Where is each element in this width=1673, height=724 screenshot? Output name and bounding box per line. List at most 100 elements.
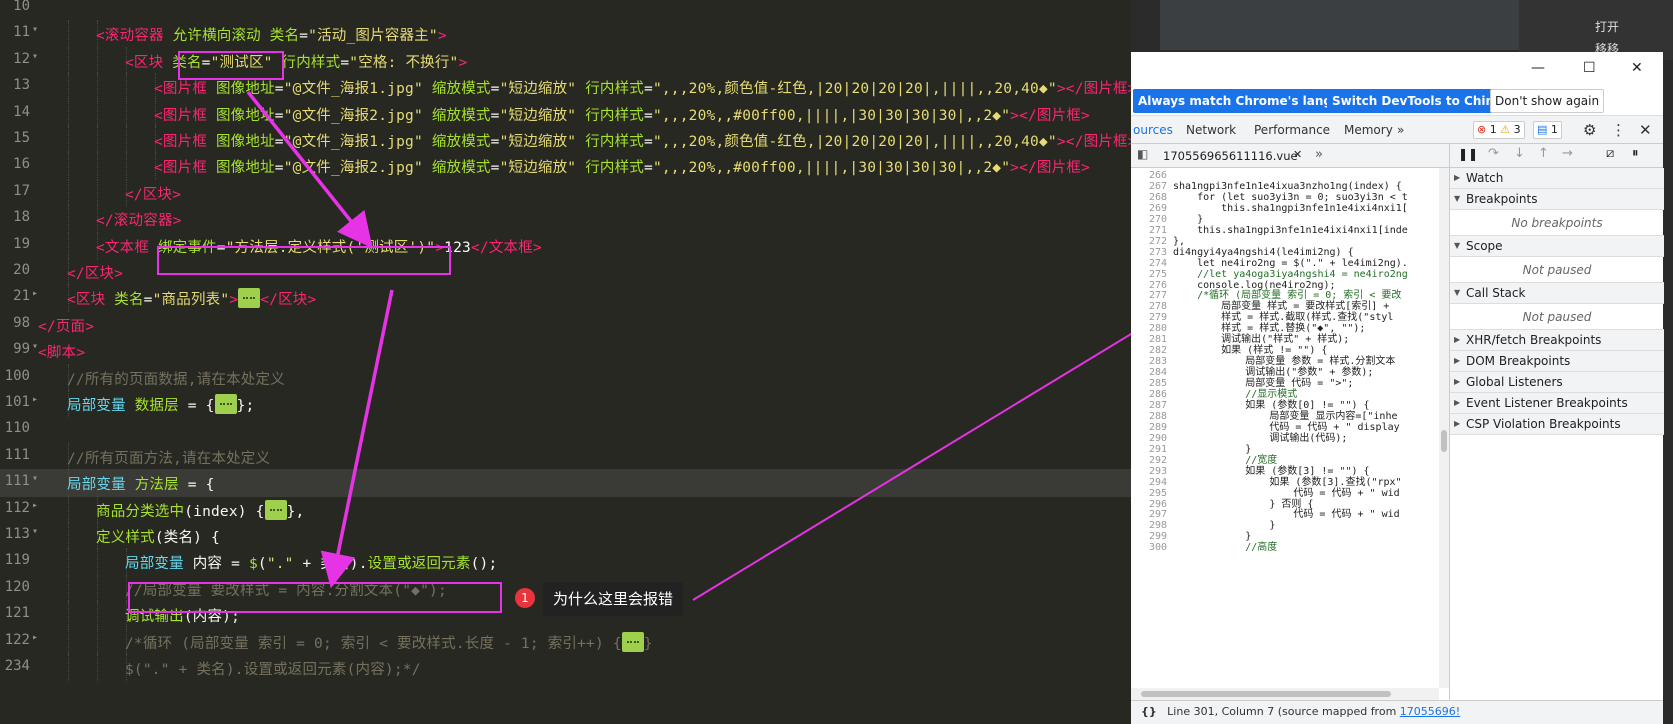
step-icon[interactable]: → <box>1562 146 1573 161</box>
editor-line[interactable]: 14 <图片框 图像地址="@文件_海报2.jpg" 缩放模式="短边缩放" 行内… <box>0 99 1131 128</box>
source-line-number[interactable]: 289 <box>1135 422 1167 433</box>
step-over-icon[interactable]: ↷ <box>1488 146 1499 161</box>
source-line-number[interactable]: 267 <box>1135 181 1167 192</box>
source-line-number[interactable]: 277 <box>1135 290 1167 301</box>
fold-toggle-icon[interactable]: ▸ <box>32 394 38 405</box>
kebab-menu-icon[interactable]: ⋮ <box>1611 121 1626 139</box>
panel-header[interactable]: ▶ XHR/fetch Breakpoints <box>1450 330 1664 351</box>
maximize-icon[interactable]: ☐ <box>1583 60 1596 76</box>
pause-on-exceptions-icon[interactable]: ⏸ <box>1632 146 1639 161</box>
source-line-number[interactable]: 296 <box>1135 499 1167 510</box>
editor-line[interactable]: 111 //所有页面方法,请在本处定义 <box>0 442 1131 471</box>
source-line[interactable]: 297 代码 = 代码 + " wid <box>1131 509 1439 520</box>
editor-line[interactable]: 113 ▾ 定义样式(类名) { <box>0 522 1131 550</box>
panel-header[interactable]: ▼ Call Stack <box>1450 283 1664 304</box>
step-out-icon[interactable]: ↑ <box>1538 146 1549 161</box>
source-line-number[interactable]: 291 <box>1135 444 1167 455</box>
source-line[interactable]: 281 调试输出("样式" + 样式); <box>1131 334 1439 345</box>
source-line[interactable]: 290 调试输出(代码); <box>1131 433 1439 444</box>
source-line[interactable]: 268 for (let suo3yi3n = 0; suo3yi3n < t <box>1131 192 1439 203</box>
close-icon[interactable]: ✕ <box>1631 60 1643 76</box>
source-line[interactable]: 275 //let ya4oga3iya4ngshi4 = ne4iro2ng <box>1131 269 1439 280</box>
source-line[interactable]: 289 代码 = 代码 + " display <box>1131 422 1439 433</box>
source-line-number[interactable]: 284 <box>1135 367 1167 378</box>
collapsed-block-icon[interactable] <box>264 499 287 520</box>
source-line-number[interactable]: 266 <box>1135 170 1167 181</box>
source-line[interactable]: 287 如果 (参数[0] != "") { <box>1131 400 1439 411</box>
deactivate-breakpoints-icon[interactable]: ⧄ <box>1606 146 1614 161</box>
source-line[interactable]: 300 //高度 <box>1131 542 1439 553</box>
source-line[interactable]: 284 调试输出("参数" + 参数); <box>1131 367 1439 378</box>
editor-line[interactable]: 12 ▾ <区块 类名="测试区" 行内样式="空格: 不换行"> <box>0 46 1131 75</box>
collapsed-block-icon[interactable] <box>238 288 261 309</box>
source-line[interactable]: 279 样式 = 样式.截取(样式.查找("styl <box>1131 312 1439 323</box>
source-vertical-scrollbar[interactable] <box>1439 168 1449 688</box>
source-line[interactable]: 266 <box>1131 170 1439 181</box>
tab-memory[interactable]: Memory <box>1344 123 1393 137</box>
more-files-icon[interactable]: » <box>1315 147 1323 162</box>
source-line-number[interactable]: 280 <box>1135 323 1167 334</box>
source-line[interactable]: 299 } <box>1131 531 1439 542</box>
tab-network[interactable]: Network <box>1186 123 1236 137</box>
source-line[interactable]: 272}, <box>1131 236 1439 247</box>
source-code-pane[interactable]: 266 267 sha1ngpi3nfe1n1e4ixua3nzho1ng(inde… <box>1131 168 1449 700</box>
source-line-number[interactable]: 293 <box>1135 466 1167 477</box>
source-line-number[interactable]: 294 <box>1135 477 1167 488</box>
source-line[interactable]: 292 //宽度 <box>1131 455 1439 466</box>
editor-line[interactable]: 10 <box>0 0 1131 22</box>
source-line[interactable]: 296 } 否则 { <box>1131 499 1439 510</box>
editor-line[interactable]: 18 </滚动容器> <box>0 205 1131 234</box>
panel-header[interactable]: ▶ Watch <box>1450 168 1664 189</box>
panel-header[interactable]: ▶ Event Listener Breakpoints <box>1450 393 1664 414</box>
source-line-number[interactable]: 300 <box>1135 542 1167 553</box>
error-counter[interactable]: ⊗ 1 ⚠ 3 <box>1473 121 1525 139</box>
source-line[interactable]: 295 代码 = 代码 + " wid <box>1131 488 1439 499</box>
fold-toggle-icon[interactable]: ▾ <box>32 24 38 35</box>
editor-line[interactable]: 99 ▾ <脚本> <box>0 337 1131 365</box>
fold-toggle-icon[interactable]: ▸ <box>32 500 38 511</box>
source-line[interactable]: 267 sha1ngpi3nfe1n1e4ixua3nzho1ng(index) … <box>1131 181 1439 192</box>
fold-toggle-icon[interactable]: ▾ <box>32 473 38 484</box>
source-line[interactable]: 278 局部变量 样式 = 要改样式[索引] + <box>1131 301 1439 312</box>
editor-line[interactable]: 13 <图片框 图像地址="@文件_海报1.jpg" 缩放模式="短边缩放" 行内… <box>0 73 1131 102</box>
editor-line[interactable]: 122 ▸ /*循环 (局部变量 索引 = 0; 索引 < 要改样式.长度 - 1;… <box>0 627 1131 656</box>
source-mapped-link[interactable]: 17055696! <box>1400 705 1460 718</box>
fold-toggle-icon[interactable]: ▸ <box>32 288 38 299</box>
source-line-number[interactable]: 298 <box>1135 520 1167 531</box>
source-line-number[interactable]: 268 <box>1135 192 1167 203</box>
source-line[interactable]: 294 如果 (参数[3].查找("rpx" <box>1131 477 1439 488</box>
gear-icon[interactable]: ⚙ <box>1583 121 1596 139</box>
source-file-tab[interactable]: 170556965611116.vue <box>1163 149 1298 163</box>
source-line-number[interactable]: 281 <box>1135 334 1167 345</box>
source-line[interactable]: 298 } <box>1131 520 1439 531</box>
source-line-number[interactable]: 299 <box>1135 531 1167 542</box>
editor-line[interactable]: 17 </区块> <box>0 178 1131 207</box>
source-line[interactable]: 277 /*循环 (局部变量 索引 = 0; 索引 < 要改 <box>1131 290 1439 301</box>
tab-sources[interactable]: ources <box>1133 123 1173 137</box>
fold-toggle-icon[interactable]: ▸ <box>32 632 38 643</box>
panel-header[interactable]: ▼ Breakpoints <box>1450 189 1664 210</box>
source-line-number[interactable]: 290 <box>1135 433 1167 444</box>
editor-line[interactable]: 100 //所有的页面数据,请在本处定义 <box>0 363 1131 392</box>
panel-header[interactable]: ▶ DOM Breakpoints <box>1450 351 1664 372</box>
source-line-number[interactable]: 278 <box>1135 301 1167 312</box>
minimize-icon[interactable]: — <box>1531 60 1545 76</box>
panel-header[interactable]: ▼ Scope <box>1450 236 1664 257</box>
source-line-number[interactable]: 279 <box>1135 312 1167 323</box>
source-line-number[interactable]: 286 <box>1135 389 1167 400</box>
editor-line[interactable]: 101 ▸ 局部变量 数据层 = {}; <box>0 390 1131 418</box>
source-horizontal-scrollbar[interactable] <box>1131 688 1439 700</box>
source-line[interactable]: 293 如果 (参数[3] != "") { <box>1131 466 1439 477</box>
source-line[interactable]: 269 this.sha1ngpi3nfe1n1e4ixi4nxi1[ <box>1131 203 1439 214</box>
fold-toggle-icon[interactable]: ▾ <box>32 51 38 62</box>
source-line-number[interactable]: 272 <box>1135 236 1167 247</box>
more-tabs-icon[interactable]: » <box>1397 123 1404 137</box>
collapsed-block-icon[interactable] <box>214 394 237 414</box>
toggle-navigator-icon[interactable]: ◧ <box>1137 147 1148 161</box>
source-line-number[interactable]: 297 <box>1135 509 1167 520</box>
panel-header[interactable]: ▶ Global Listeners <box>1450 372 1664 393</box>
editor-line[interactable]: 111 ▾ 局部变量 方法层 = { <box>0 469 1131 498</box>
editor-line[interactable]: 21 ▸ <区块 类名="商品列表"> </区块> <box>0 284 1131 313</box>
editor-line[interactable]: 16 <图片框 图像地址="@文件_海报2.jpg" 缩放模式="短边缩放" 行内… <box>0 152 1131 181</box>
editor-line[interactable]: 112 ▸ 商品分类选中(index) {}, <box>0 495 1131 524</box>
